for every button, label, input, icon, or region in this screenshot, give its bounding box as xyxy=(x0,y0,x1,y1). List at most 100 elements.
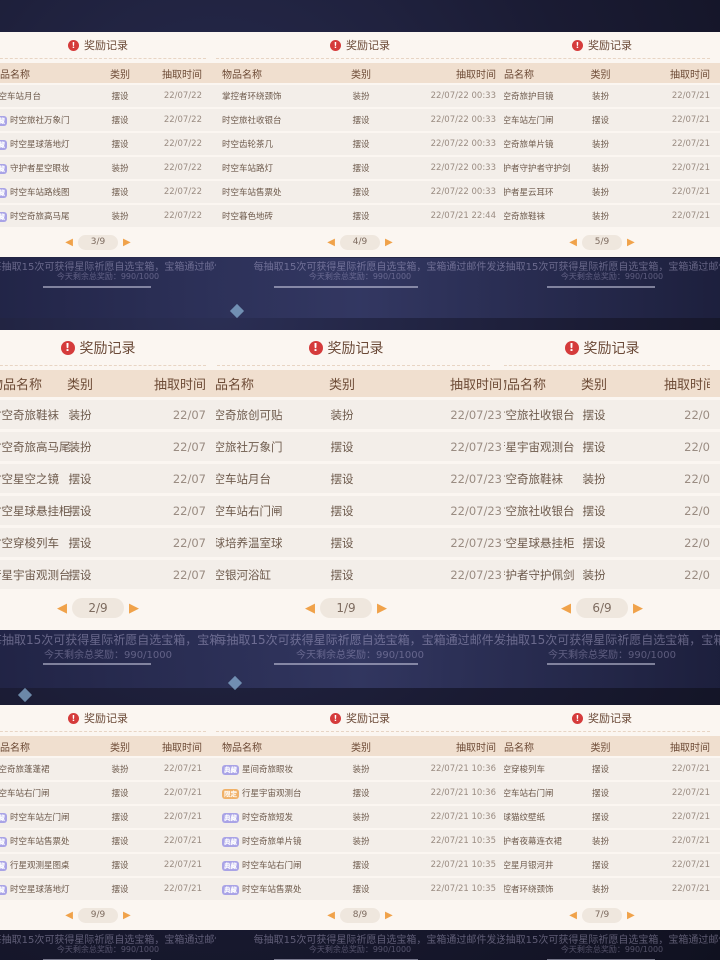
table-row[interactable]: 时空星球悬挂柜摆设22/07 xyxy=(0,496,216,525)
table-row[interactable]: 行星宇宙观测台摆设22/07 xyxy=(0,560,216,589)
item-type: 装扮 xyxy=(111,765,129,775)
table-row[interactable]: 典藏时空星球落地灯 摆设 22/07/21 xyxy=(0,878,216,900)
page-indicator: 2/9 xyxy=(72,598,124,618)
table-row[interactable]: 时空旅社收银台 摆设 22/07/22 00:33 xyxy=(216,109,504,131)
table-row[interactable]: 时空银河浴缸 摆设 22/07/23 xyxy=(216,560,504,589)
table-row[interactable]: 时空奇旅鞋袜装扮22/07 xyxy=(0,400,216,429)
item-time: 22/07/21 xyxy=(671,788,710,798)
next-page-icon[interactable]: ▶ xyxy=(627,237,635,248)
table-row[interactable]: 典藏时空车站售票处 摆设 22/07/21 xyxy=(0,830,216,852)
table-row[interactable]: 时空奇旅蓬蓬裙 装扮 22/07/21 xyxy=(0,758,216,780)
table-row[interactable]: 典藏时空车站左门闸 摆设 22/07/21 xyxy=(0,806,216,828)
prev-page-icon[interactable]: ◀ xyxy=(569,910,577,921)
table-row[interactable]: 行星宇宙观测台摆设22/0 xyxy=(504,432,720,461)
item-time: 22/07/21 10:35 xyxy=(430,860,496,870)
table-row[interactable]: 时空旅社收银台摆设22/0 xyxy=(504,496,720,525)
panel-title: 奖励记录 xyxy=(79,340,136,357)
reward-record-tile: !奖励记录物品名称类别抽取时间时空奇旅鞋袜装扮22/07时空奇旅高马尾装扮22/… xyxy=(0,290,216,673)
table-row[interactable]: 典藏 时空车站右门闸 摆设 22/07/21 10:35 xyxy=(216,854,504,876)
next-page-icon[interactable]: ▶ xyxy=(385,910,393,921)
table-row[interactable]: 星球培养温室球 摆设 22/07/23 xyxy=(216,528,504,557)
next-page-icon[interactable]: ▶ xyxy=(129,601,139,616)
table-row[interactable]: 守护者夜幕连衣裙 装扮 22/07/21 xyxy=(504,830,720,852)
table-row[interactable]: 限定 行星宇宙观测台 摆设 22/07/21 10:36 xyxy=(216,782,504,804)
next-page-icon[interactable]: ▶ xyxy=(385,237,393,248)
next-page-icon[interactable]: ▶ xyxy=(123,237,131,248)
collection-tag: 典藏 xyxy=(222,812,239,823)
next-page-icon[interactable]: ▶ xyxy=(633,601,643,616)
reward-record-tile: !奖励记录物品名称类别抽取时间时空穿梭列车摆设22/07/21时空车站右门闸摆设… xyxy=(504,673,720,960)
table-row[interactable]: 时空车站右门闸 摆设 22/07/21 xyxy=(0,782,216,804)
table-row[interactable]: 时空车站右门闸 摆设 22/07/21 xyxy=(504,782,720,804)
item-type: 装扮 xyxy=(352,92,370,102)
prev-page-icon[interactable]: ◀ xyxy=(65,237,73,248)
table-row[interactable]: 典藏时空星球落地灯 摆设 22/07/22 xyxy=(0,133,216,155)
table-row[interactable]: 典藏 时空车站售票处 摆设 22/07/21 10:35 xyxy=(216,878,504,900)
item-time: 22/07/21 10:36 xyxy=(430,788,496,798)
next-page-icon[interactable]: ▶ xyxy=(627,910,635,921)
table-row[interactable]: 时空奇旅护目镜 装扮 22/07/21 xyxy=(504,85,720,107)
table-row[interactable]: 典藏时空旅社万象门 摆设 22/07/22 xyxy=(0,109,216,131)
prev-page-icon[interactable]: ◀ xyxy=(327,237,335,248)
table-row[interactable]: 守护者星云耳环 装扮 22/07/21 xyxy=(504,181,720,203)
table-row[interactable]: 时空齿轮茶几 摆设 22/07/22 00:33 xyxy=(216,133,504,155)
table-row[interactable]: 时空车站路灯 摆设 22/07/22 00:33 xyxy=(216,157,504,179)
prev-page-icon[interactable]: ◀ xyxy=(65,910,73,921)
item-type: 摆设 xyxy=(591,789,609,799)
prev-page-icon[interactable]: ◀ xyxy=(327,910,335,921)
item-name-text: 时空齿轮茶几 xyxy=(222,140,274,150)
table-row[interactable]: 时空奇旅鞋袜 装扮 22/07/21 xyxy=(504,205,720,227)
remaining-rewards-text: 今天剩余总奖励：990/1000 xyxy=(56,945,160,954)
next-page-icon[interactable]: ▶ xyxy=(377,601,387,616)
table-header: 物品名称类别抽取时间 xyxy=(216,736,504,756)
table-row[interactable]: 时空奇旅创可贴 装扮 22/07/23 xyxy=(216,400,504,429)
progress-divider xyxy=(547,663,655,665)
reward-record-tile: !奖励记录物品名称类别抽取时间时空奇旅创可贴装扮22/07/23时空旅社万象门摆… xyxy=(216,290,504,673)
table-row[interactable]: 典藏时空奇旅高马尾 装扮 22/07/22 xyxy=(0,205,216,227)
table-row[interactable]: 时空旅社收银台摆设22/0 xyxy=(504,400,720,429)
table-row[interactable]: 时空奇旅鞋袜 装扮 22/0 xyxy=(504,464,720,493)
table-row[interactable]: 时空星空之镜摆设22/07 xyxy=(0,464,216,493)
item-type: 摆设 xyxy=(352,885,370,895)
table-row[interactable]: 星球猫纹壁纸 摆设 22/07/21 xyxy=(504,806,720,828)
table-row[interactable]: 典藏守护者星空眼妆 装扮 22/07/22 xyxy=(0,157,216,179)
table-header: 物品名称类别抽取时间 xyxy=(216,370,504,397)
item-time: 22/07/21 10:36 xyxy=(430,812,496,822)
page-indicator: 6/9 xyxy=(576,598,628,618)
table-row[interactable]: 时空星球悬挂柜摆设22/0 xyxy=(504,528,720,557)
table-row[interactable]: 典藏 时空奇旅短发 装扮 22/07/21 10:36 xyxy=(216,806,504,828)
column-header-type: 类别 xyxy=(351,742,371,754)
table-row[interactable]: 时空奇旅高马尾装扮22/07 xyxy=(0,432,216,461)
prev-page-icon[interactable]: ◀ xyxy=(569,237,577,248)
item-name-text: 时空旅社万象门 xyxy=(10,116,70,126)
table-row[interactable]: 时空暮色地砖 摆设 22/07/21 22:44 xyxy=(216,205,504,227)
table-row[interactable]: 掌控者环绕颈饰 装扮 22/07/21 xyxy=(504,878,720,900)
item-time: 22/07 xyxy=(172,407,206,422)
table-row[interactable]: 时空车站左门闸 摆设 22/07/21 xyxy=(504,109,720,131)
table-row[interactable]: 时空车站右门闸 摆设 22/07/23 xyxy=(216,496,504,525)
progress-divider xyxy=(43,286,151,288)
remaining-rewards-text: 今天剩余总奖励：990/1000 xyxy=(548,650,676,661)
table-row[interactable]: 典藏 时空奇旅单片镜 装扮 22/07/21 10:35 xyxy=(216,830,504,852)
table-row[interactable]: 掌控者环绕颈饰 装扮 22/07/22 00:33 xyxy=(216,85,504,107)
table-row[interactable]: 典藏行星观测星图桌 摆设 22/07/21 xyxy=(0,854,216,876)
table-row[interactable]: 时空车站月台 摆设 22/07/22 xyxy=(0,85,216,107)
table-row[interactable]: 时空穿梭列车 摆设 22/07/21 xyxy=(504,758,720,780)
table-row[interactable]: 守护者守护者守护剑 装扮 22/07/21 xyxy=(504,157,720,179)
table-row[interactable]: 时空穿梭列车摆设22/07 xyxy=(0,528,216,557)
table-row[interactable]: 典藏 星间奇旅眼妆 装扮 22/07/21 10:36 xyxy=(216,758,504,780)
prev-page-icon[interactable]: ◀ xyxy=(561,601,571,616)
table-row[interactable]: 时空星月银河井 摆设 22/07/21 xyxy=(504,854,720,876)
item-type: 摆设 xyxy=(111,861,129,871)
prev-page-icon[interactable]: ◀ xyxy=(57,601,67,616)
prev-page-icon[interactable]: ◀ xyxy=(305,601,315,616)
table-row[interactable]: 时空车站售票处 摆设 22/07/22 00:33 xyxy=(216,181,504,203)
table-row[interactable]: 典藏时空车站路线图 摆设 22/07/22 xyxy=(0,181,216,203)
item-time: 22/0 xyxy=(684,471,710,486)
table-row[interactable]: 时空奇旅单片镜 装扮 22/07/21 xyxy=(504,133,720,155)
table-row[interactable]: 时空旅社万象门 摆设 22/07/23 xyxy=(216,432,504,461)
column-header-time: 抽取时间 xyxy=(162,742,202,754)
table-row[interactable]: 时空车站月台 摆设 22/07/23 xyxy=(216,464,504,493)
table-row[interactable]: 守护者守护佩剑装扮22/0 xyxy=(504,560,720,589)
next-page-icon[interactable]: ▶ xyxy=(123,910,131,921)
